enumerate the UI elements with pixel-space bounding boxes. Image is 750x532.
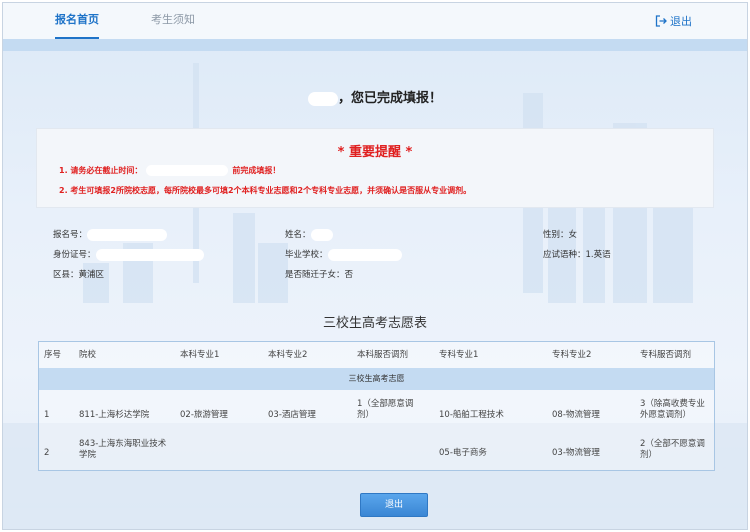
header-bk-adjust: 本科服否调剂	[357, 350, 409, 360]
group-band: 三校生高考志愿	[39, 368, 714, 390]
row1-bk-adjust: 1（全部愿意调剂）	[357, 399, 414, 420]
migrant-value: 否	[344, 270, 354, 280]
gender-row: 性别：女	[543, 228, 577, 240]
name-label: 姓名：	[285, 230, 311, 240]
row1-zk-adjust: 3（除高收费专业外愿意调剂）	[640, 399, 705, 420]
school-row: 毕业学校：	[285, 248, 402, 261]
header-zk1: 专科专业1	[439, 350, 479, 360]
row1-zk1: 10-船舶工程技术	[439, 410, 504, 420]
logout-link[interactable]: 退出	[655, 13, 692, 29]
header-bk2: 本科专业2	[268, 350, 308, 360]
top-strip	[3, 39, 747, 51]
header-school: 院校	[79, 350, 97, 360]
row1-no: 1	[44, 410, 50, 420]
row2-zk-adjust: 2（全部不愿意调剂）	[640, 439, 705, 460]
row2-zk2: 03-物流管理	[552, 448, 600, 458]
row2-zk1: 05-电子商务	[439, 448, 487, 458]
notice-title: * 重要提醒 *	[337, 145, 413, 160]
redacted-deadline	[146, 165, 229, 176]
logout-label: 退出	[670, 15, 692, 28]
redacted-id	[95, 248, 204, 261]
header-bk1: 本科专业1	[180, 350, 220, 360]
language-row: 应试语种：1.英语	[543, 248, 611, 260]
table-row: 1 811-上海杉达学院 02-旅游管理 03-酒店管理 1（全部愿意调剂） 1…	[39, 396, 714, 434]
tab-home[interactable]: 报名首页	[55, 13, 99, 39]
language-label: 应试语种：	[543, 250, 586, 260]
notice-line-1-suffix: 前完成填报！	[232, 166, 281, 175]
redacted-name	[307, 91, 338, 106]
id-label: 身份证号：	[53, 250, 96, 260]
completion-text: ，您已完成填报！	[337, 91, 442, 106]
exit-button[interactable]: 退出	[360, 493, 428, 517]
header-no: 序号	[44, 350, 62, 360]
tab-notice[interactable]: 考生须知	[151, 13, 195, 39]
important-notice: * 重要提醒 * 1. 请务必在截止时间： 前完成填报！ 2. 考生可填报2所院校…	[36, 128, 714, 208]
id-row: 身份证号：	[53, 248, 204, 261]
row1-bk2: 03-酒店管理	[268, 410, 316, 420]
header-zk-adjust: 专科服否调剂	[640, 350, 692, 360]
row1-school: 811-上海杉达学院	[79, 410, 150, 420]
table-title: 三校生高考志愿表	[322, 316, 427, 331]
migrant-row: 是否随迁子女：否	[285, 268, 353, 280]
top-nav-bar	[3, 3, 747, 39]
redacted-school	[327, 248, 402, 261]
reg-no-row: 报名号：	[53, 228, 168, 241]
district-row: 区县：黄浦区	[53, 268, 104, 280]
school-label: 毕业学校：	[285, 250, 328, 260]
row1-bk1: 02-旅游管理	[180, 410, 228, 420]
table-header-row: 序号 院校 本科专业1 本科专业2 本科服否调剂 专科专业1 专科专业2 专科服…	[39, 342, 714, 368]
header-zk2: 专科专业2	[552, 350, 592, 360]
redacted-reg-no	[87, 228, 168, 241]
district-value: 黄浦区	[78, 270, 105, 280]
page-frame: 报名首页 考生须知 退出 ，您已完成填报！ * 重要提醒 * 1. 请务必在截止…	[2, 2, 748, 530]
completion-message: ，您已完成填报！	[3, 87, 747, 106]
notice-line-2: 2. 考生可填报2所院校志愿，每所院校最多可填2个本科专业志愿和2个专科专业志愿…	[59, 186, 472, 195]
row2-school: 843-上海东海职业技术学院	[79, 439, 167, 460]
table-row: 2 843-上海东海职业技术学院 05-电子商务 03-物流管理 2（全部不愿意…	[39, 436, 714, 470]
district-label: 区县：	[53, 270, 79, 280]
redacted-name-value	[310, 228, 333, 241]
gender-value: 女	[568, 230, 578, 240]
logout-icon	[655, 15, 667, 27]
migrant-label: 是否随迁子女：	[285, 270, 345, 280]
name-row: 姓名：	[285, 228, 333, 241]
notice-line-1: 1. 请务必在截止时间： 前完成填报！	[59, 165, 280, 176]
volunteer-table: 序号 院校 本科专业1 本科专业2 本科服否调剂 专科专业1 专科专业2 专科服…	[38, 341, 715, 471]
language-value: 1.英语	[585, 250, 611, 260]
gender-label: 性别：	[543, 230, 569, 240]
reg-no-label: 报名号：	[53, 230, 88, 240]
row2-no: 2	[44, 448, 50, 458]
row1-zk2: 08-物流管理	[552, 410, 600, 420]
notice-line-1-prefix: 1. 请务必在截止时间：	[59, 166, 143, 175]
